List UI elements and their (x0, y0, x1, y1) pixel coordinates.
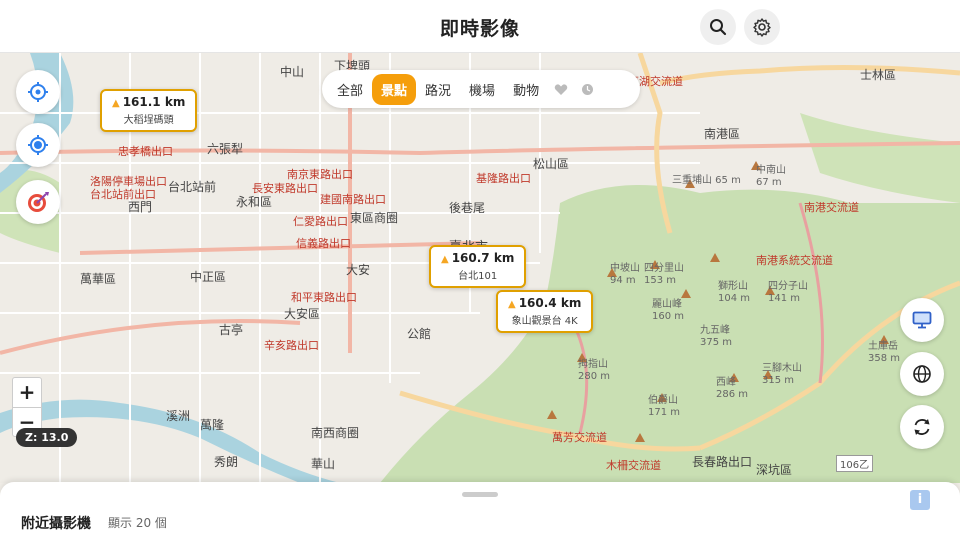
tab-animals[interactable]: 動物 (504, 74, 548, 105)
map-label: 長春路出口 (692, 455, 753, 469)
tab-recent[interactable] (574, 76, 600, 102)
sheet-title: 附近攝影機 (21, 516, 91, 532)
page-title: 即時影像 (439, 18, 520, 40)
peak-label: 獅形山 104 m (718, 281, 751, 304)
refresh-button[interactable] (900, 405, 944, 449)
app-header: 即時影像 (0, 0, 960, 53)
map-label: 萬隆 (200, 418, 225, 432)
map-label: 華山 (311, 457, 336, 471)
map-view[interactable]: 中山 下埤頭 松山區 南港區 大安區 中正區 萬華區 士林區 臺北市 後巷尾 東… (0, 53, 960, 483)
zoom-in-button[interactable]: + (13, 378, 41, 408)
road-label: 建國南路出口 (320, 193, 386, 206)
road-label: 長安東路出口 (252, 182, 318, 195)
map-label: 松山區 (533, 157, 570, 171)
tab-favorites[interactable] (548, 76, 574, 102)
peak-label: 九五峰 375 m (700, 325, 733, 348)
map-label: 南西商圈 (311, 426, 360, 440)
map-label: 公館 (407, 327, 432, 341)
tab-traffic[interactable]: 路況 (416, 74, 460, 105)
map-label: 後巷尾 (449, 201, 486, 215)
map-label: 秀朗 (214, 455, 239, 469)
peak-label: 西峰 286 m (716, 377, 749, 400)
settings-button[interactable] (744, 9, 780, 45)
road-label: 和平東路出口 (291, 291, 357, 304)
road-label: 木柵交流道 (606, 459, 661, 472)
map-label: 六張犁 (207, 142, 244, 156)
peak-label: 中南山 67 m (756, 165, 786, 188)
peak-label: 三重埔山 65 m (672, 175, 741, 186)
road-label: 萬芳交流道 (552, 431, 607, 444)
road-shield: 106乙 (836, 455, 874, 472)
road-label: 忠孝橋出口 (118, 145, 173, 158)
road-label: 仁愛路出口 (293, 215, 348, 228)
target-icon (28, 192, 49, 212)
map-label: 大安區 (284, 307, 321, 321)
map-label: 中正區 (190, 270, 227, 284)
crosshair-icon (28, 82, 48, 102)
map-label: 古亭 (219, 323, 244, 337)
search-icon (710, 19, 727, 36)
display-mode-button[interactable] (900, 298, 944, 342)
bottom-sheet[interactable]: i 附近攝影機 顯示 20 個 (0, 482, 960, 540)
camera-name: 大稻埕碼頭 (123, 115, 174, 126)
camera-name: 台北101 (458, 271, 498, 282)
map-label: 東區商圈 (350, 211, 399, 225)
clock-icon (581, 83, 593, 95)
peak-label: 四分里山 153 m (644, 263, 684, 286)
camera-distance: 161.1 km (122, 95, 186, 109)
camera-name: 象山觀景台 4K (511, 316, 578, 327)
peak-label: 三腳木山 315 m (762, 363, 802, 386)
map-label: 大安 (346, 263, 371, 277)
map-label: 萬華區 (80, 272, 117, 286)
map-label: 台北站前 (168, 180, 217, 194)
camera-card[interactable]: ▲ 160.4 km 象山觀景台 4K (496, 290, 594, 333)
camera-icon: ▲ (508, 299, 516, 310)
peak-label: 麗山峰 160 m (652, 299, 685, 322)
tab-attractions[interactable]: 景點 (372, 73, 417, 105)
camera-distance: 160.7 km (451, 251, 515, 265)
globe-icon (913, 365, 931, 383)
road-label: 信義路出口 (296, 237, 351, 250)
map-label: 深坑區 (756, 463, 793, 477)
road-label: 南港系統交流道 (756, 254, 833, 267)
gear-icon (753, 18, 771, 37)
road-label: 南港交流道 (804, 201, 859, 214)
globe-button[interactable] (900, 352, 944, 396)
road-label: 辛亥路出口 (264, 339, 319, 352)
camera-icon: ▲ (112, 98, 120, 109)
camera-card[interactable]: ▲ 160.7 km 台北101 (429, 245, 527, 288)
map-label: 中山 (280, 65, 305, 79)
info-icon[interactable]: i (910, 490, 930, 510)
map-label: 溪洲 (166, 409, 191, 423)
gps-icon (28, 135, 48, 155)
search-button[interactable] (700, 9, 736, 45)
sheet-drag-handle[interactable] (462, 492, 498, 497)
map-label: 南港區 (704, 127, 741, 141)
tab-airport[interactable]: 機場 (460, 74, 504, 105)
map-label: 士林區 (860, 68, 897, 82)
refresh-icon (914, 419, 930, 435)
monitor-icon (912, 311, 932, 329)
camera-count: 顯示 20 個 (108, 516, 167, 530)
peak-label: 四分子山 141 m (768, 281, 808, 304)
camera-card[interactable]: ▲ 161.1 km 大稻埕碼頭 (100, 89, 198, 132)
locate-me-button[interactable] (16, 70, 60, 114)
center-map-button[interactable] (16, 123, 60, 167)
road-label: 基隆路出口 (476, 172, 531, 185)
peak-label: 拇指山 280 m (578, 359, 611, 382)
tab-all[interactable]: 全部 (328, 74, 372, 105)
camera-distance: 160.4 km (518, 296, 582, 310)
peak-label: 伯爵山 171 m (648, 395, 681, 418)
category-tabs: 全部 景點 路況 機場 動物 (322, 70, 640, 108)
zoom-level-badge: Z: 13.0 (16, 428, 78, 447)
heart-icon (554, 83, 568, 95)
target-button[interactable] (16, 180, 60, 224)
camera-icon: ▲ (441, 254, 449, 265)
road-label: 台北站前出口 (90, 188, 156, 201)
